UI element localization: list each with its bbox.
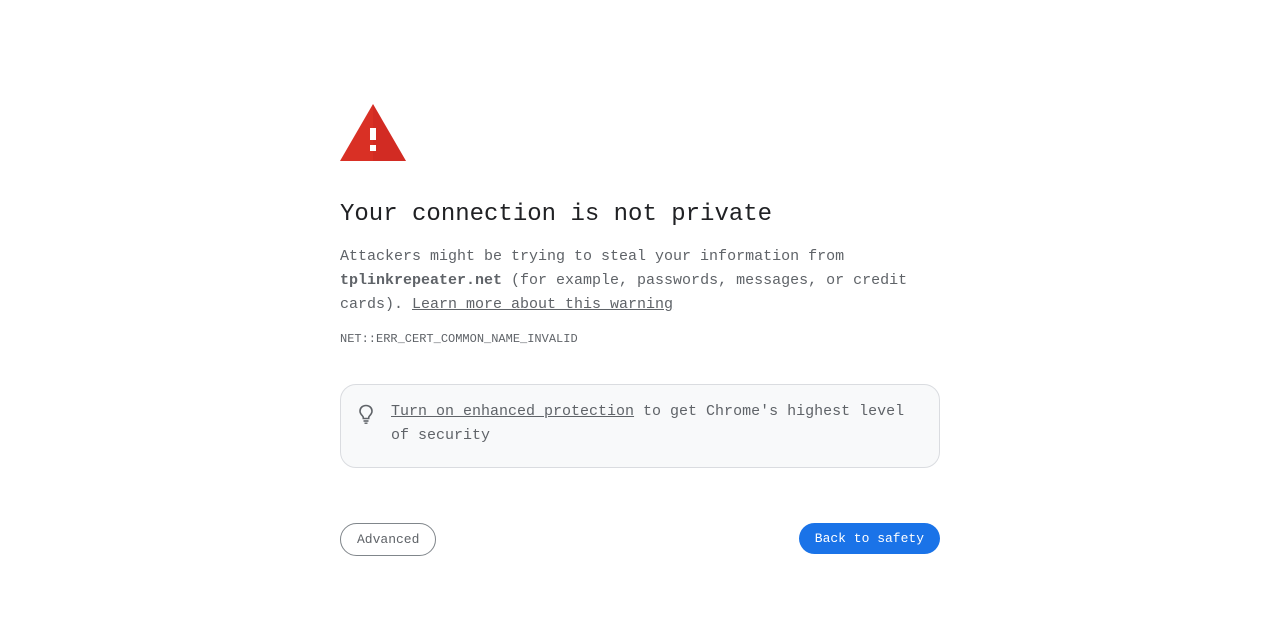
- button-row: Advanced Back to safety: [340, 523, 940, 556]
- message-intro: Attackers might be trying to steal your …: [340, 248, 845, 265]
- lightbulb-icon: [359, 404, 373, 424]
- advanced-button[interactable]: Advanced: [340, 523, 437, 556]
- error-code: NET::ERR_CERT_COMMON_NAME_INVALID: [340, 332, 578, 346]
- warning-triangle-icon: [340, 104, 406, 161]
- enhanced-protection-promo: Turn on enhanced protection to get Chrom…: [340, 384, 940, 468]
- back-to-safety-button[interactable]: Back to safety: [798, 523, 940, 554]
- page-title: Your connection is not private: [340, 201, 773, 228]
- enhanced-protection-link[interactable]: Turn on enhanced protection: [391, 403, 634, 420]
- interstitial-content: Your connection is not private Attackers…: [340, 104, 940, 468]
- main-message: Attackers might be trying to steal your …: [340, 245, 940, 317]
- learn-more-link[interactable]: Learn more about this warning: [412, 296, 673, 313]
- site-domain: tplinkrepeater.net: [340, 272, 503, 289]
